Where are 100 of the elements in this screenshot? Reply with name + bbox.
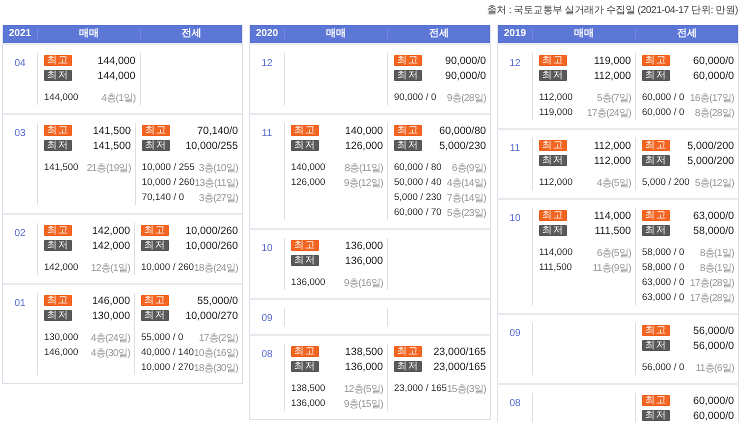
price-value: 10,000/260 bbox=[185, 224, 238, 236]
price-value: 136,000 bbox=[345, 240, 383, 252]
year-heading: 2019 bbox=[502, 28, 528, 40]
sale-heading: 매매 bbox=[284, 28, 387, 40]
deal-price: 112,000 bbox=[539, 92, 573, 103]
price-value: 136,000 bbox=[345, 360, 383, 372]
deal-floor-date: 4층(24일) bbox=[90, 332, 130, 344]
deal-floor-date: 6층(5일) bbox=[596, 246, 631, 260]
price-value: 119,000 bbox=[594, 54, 631, 66]
price-value: 144,000 bbox=[98, 54, 136, 66]
deal-floor-date: 13층(11일) bbox=[194, 176, 238, 190]
price-value: 23,000/165 bbox=[433, 360, 486, 372]
price-badge: 최고 bbox=[291, 346, 319, 357]
price-badge: 최고 bbox=[44, 125, 72, 136]
deal-price: 60,000 / 0 bbox=[642, 107, 684, 118]
price-value: 10,000/260 bbox=[185, 240, 238, 252]
price-value: 142,000 bbox=[92, 224, 130, 236]
price-value: 56,000/0 bbox=[693, 340, 734, 352]
deal-price: 10,000 / 260 bbox=[141, 262, 194, 273]
deal-floor-date: 9층(12일) bbox=[344, 176, 383, 190]
deal-floor-date: 5층(12일) bbox=[694, 176, 734, 190]
month-label: 08 bbox=[509, 398, 521, 409]
deal-floor-date: 5층(7일) bbox=[596, 92, 631, 104]
price-value: 144,000 bbox=[98, 70, 136, 82]
price-value: 141,500 bbox=[92, 124, 131, 136]
price-badge: 최저 bbox=[141, 310, 170, 321]
price-value: 10,000/270 bbox=[185, 310, 238, 322]
month-label: 10 bbox=[261, 243, 273, 254]
deal-price: 60,000 / 0 bbox=[642, 92, 684, 103]
price-badge: 최고 bbox=[44, 55, 72, 66]
deal-price: 70,140 / 0 bbox=[142, 192, 184, 203]
month-label: 04 bbox=[14, 58, 26, 69]
price-badge: 최저 bbox=[394, 140, 422, 151]
deal-floor-date: 8층(1일) bbox=[700, 262, 734, 274]
price-value: 126,000 bbox=[345, 140, 383, 152]
deal-floor-date: 11층(6일) bbox=[696, 362, 734, 374]
deal-floor-date: 4층(1일) bbox=[101, 92, 136, 104]
deal-floor-date: 9층(15일) bbox=[344, 398, 383, 410]
price-value: 60,000/0 bbox=[693, 70, 734, 82]
deal-floor-date: 8층(28일) bbox=[694, 106, 734, 120]
price-badge: 최고 bbox=[141, 225, 170, 236]
price-value: 60,000/0 bbox=[693, 394, 734, 406]
price-value: 140,000 bbox=[345, 124, 383, 136]
deal-price: 142,000 bbox=[44, 262, 78, 273]
price-value: 136,000 bbox=[345, 254, 383, 266]
price-value: 112,000 bbox=[594, 154, 631, 166]
sale-heading: 매매 bbox=[532, 28, 635, 40]
deal-price: 60,000 / 70 bbox=[394, 207, 442, 218]
price-badge: 최저 bbox=[44, 240, 72, 251]
price-badge: 최고 bbox=[394, 125, 422, 136]
price-badge: 최고 bbox=[141, 295, 170, 306]
price-badge: 최고 bbox=[44, 295, 72, 306]
deal-price: 5,000 / 200 bbox=[642, 177, 690, 188]
month-label: 12 bbox=[261, 58, 273, 69]
price-badge: 최저 bbox=[142, 140, 170, 151]
price-value: 112,000 bbox=[594, 140, 631, 152]
price-badge: 최저 bbox=[44, 310, 72, 321]
deal-price: 40,000 / 140 bbox=[141, 347, 194, 358]
deal-floor-date: 9층(16일) bbox=[344, 276, 383, 290]
deal-floor-date: 17층(24일) bbox=[586, 106, 631, 120]
source-note: 출처 : 국토교통부 실거래가 수집일 (2021-04-17 단위: 만원) bbox=[486, 4, 739, 18]
price-badge: 최저 bbox=[642, 155, 670, 166]
price-badge: 최저 bbox=[44, 70, 72, 81]
deal-floor-date: 10층(16일) bbox=[194, 346, 238, 360]
price-badge: 최고 bbox=[539, 210, 567, 221]
month-label: 08 bbox=[261, 349, 273, 360]
deal-price: 114,000 bbox=[539, 247, 573, 258]
price-badge: 최고 bbox=[291, 125, 319, 136]
month-label: 02 bbox=[14, 228, 26, 239]
sale-heading: 매매 bbox=[37, 28, 140, 40]
month-label: 11 bbox=[262, 128, 272, 139]
deal-price: 136,000 bbox=[291, 398, 326, 409]
deal-floor-date: 3층(27일) bbox=[198, 192, 238, 204]
month-label: 01 bbox=[14, 298, 26, 309]
price-badge: 최저 bbox=[642, 410, 670, 421]
deal-floor-date: 4층(14일) bbox=[446, 176, 486, 190]
deal-floor-date: 15층(3일) bbox=[446, 382, 486, 396]
deal-price: 10,000 / 260 bbox=[142, 177, 195, 188]
price-value: 58,000/0 bbox=[693, 224, 734, 236]
price-value: 112,000 bbox=[594, 70, 631, 82]
deal-price: 5,000 / 230 bbox=[394, 192, 442, 203]
price-value: 114,000 bbox=[594, 210, 631, 222]
deal-floor-date: 3층(10일) bbox=[198, 162, 238, 174]
price-value: 142,000 bbox=[92, 240, 130, 252]
deal-price: 60,000 / 80 bbox=[394, 162, 442, 173]
price-badge: 최고 bbox=[642, 140, 670, 151]
deal-price: 63,000 / 0 bbox=[642, 292, 684, 303]
deal-price: 144,000 bbox=[44, 92, 78, 103]
month-label: 10 bbox=[509, 213, 521, 224]
price-value: 130,000 bbox=[92, 310, 130, 322]
deal-floor-date: 11층(9일) bbox=[592, 262, 631, 274]
price-badge: 최저 bbox=[539, 70, 567, 81]
price-badge: 최고 bbox=[394, 55, 422, 66]
month-label: 12 bbox=[509, 58, 521, 69]
price-badge: 최저 bbox=[141, 240, 170, 251]
deal-price: 141,500 bbox=[44, 162, 78, 173]
deal-floor-date: 8층(11일) bbox=[344, 162, 383, 174]
price-value: 141,500 bbox=[92, 140, 131, 152]
year-heading: 2021 bbox=[8, 28, 32, 40]
deal-price: 55,000 / 0 bbox=[141, 332, 184, 343]
